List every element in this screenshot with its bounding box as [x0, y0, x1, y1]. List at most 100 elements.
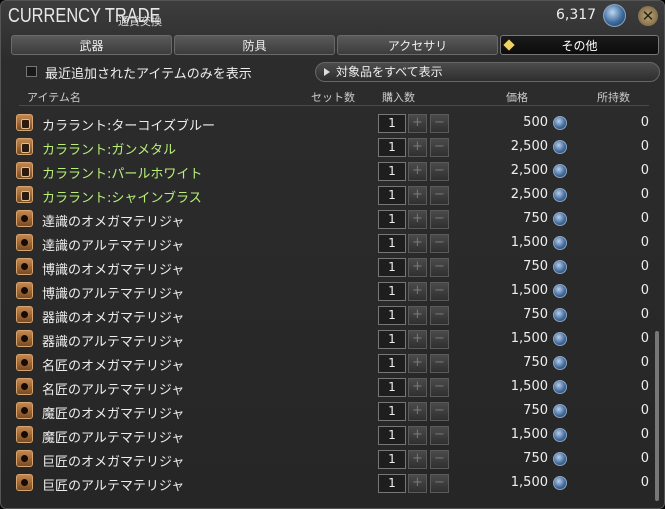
quantity-plus-button[interactable]: +	[408, 378, 427, 397]
currency-coin-icon	[553, 116, 567, 130]
show-all-button[interactable]: 対象品をすべて表示	[315, 62, 660, 82]
title-bar[interactable]: CURRENCY TRADE 通貨交換 6,317 ✕	[1, 1, 664, 33]
quantity-plus-button[interactable]: +	[408, 282, 427, 301]
quantity-minus-button[interactable]: −	[430, 354, 449, 373]
quantity-plus-button[interactable]: +	[408, 306, 427, 325]
item-price: 1,500	[510, 427, 548, 442]
quantity-minus-button[interactable]: −	[430, 258, 449, 277]
quantity-input[interactable]: 1	[378, 282, 406, 301]
tab-other[interactable]: その他	[500, 35, 659, 55]
quantity-input[interactable]: 1	[378, 474, 406, 493]
quantity-minus-button[interactable]: −	[430, 330, 449, 349]
quantity-plus-button[interactable]: +	[408, 402, 427, 421]
quantity-plus-button[interactable]: +	[408, 162, 427, 181]
quantity-input[interactable]: 1	[378, 234, 406, 253]
quantity-minus-button[interactable]: −	[430, 282, 449, 301]
quantity-input[interactable]: 1	[378, 402, 406, 421]
item-name: 博識のオメガマテリジャ	[42, 263, 185, 278]
quantity-input[interactable]: 1	[378, 330, 406, 349]
quantity-plus-button[interactable]: +	[408, 354, 427, 373]
quantity-minus-button[interactable]: −	[430, 114, 449, 133]
quantity-input[interactable]: 1	[378, 378, 406, 397]
quantity-input[interactable]: 1	[378, 450, 406, 469]
item-name: カララント:パールホワイト	[42, 167, 203, 182]
column-header-owned[interactable]: 所持数	[597, 89, 630, 105]
currency-coin-icon	[553, 452, 567, 466]
tab-weapons[interactable]: 武器	[11, 35, 172, 55]
table-row[interactable]: 博識のアルテマテリジャ 1 + − 1,500 0	[1, 279, 664, 303]
quantity-minus-button[interactable]: −	[430, 234, 449, 253]
item-price: 750	[523, 259, 548, 274]
table-row[interactable]: カララント:ターコイズブルー 1 + − 500 0	[1, 111, 664, 135]
table-row[interactable]: カララント:ガンメタル 1 + − 2,500 0	[1, 135, 664, 159]
owned-count: 0	[640, 163, 649, 178]
quantity-minus-button[interactable]: −	[430, 186, 449, 205]
owned-count: 0	[640, 379, 649, 394]
owned-count: 0	[640, 139, 649, 154]
quantity-plus-button[interactable]: +	[408, 258, 427, 277]
item-price: 750	[523, 211, 548, 226]
quantity-minus-button[interactable]: −	[430, 162, 449, 181]
quantity-minus-button[interactable]: −	[430, 306, 449, 325]
quantity-input[interactable]: 1	[378, 162, 406, 181]
table-row[interactable]: 器識のアルテマテリジャ 1 + − 1,500 0	[1, 327, 664, 351]
currency-coin-icon	[553, 212, 567, 226]
column-header-purchase-count[interactable]: 購入数	[382, 89, 415, 105]
quantity-plus-button[interactable]: +	[408, 234, 427, 253]
category-tabs: 武器 防具 アクセサリ その他	[11, 35, 659, 55]
table-row[interactable]: 器識のオメガマテリジャ 1 + − 750 0	[1, 303, 664, 327]
table-row[interactable]: 巨匠のオメガマテリジャ 1 + − 750 0	[1, 447, 664, 471]
quantity-input[interactable]: 1	[378, 306, 406, 325]
item-name: カララント:ガンメタル	[42, 143, 176, 158]
quantity-minus-button[interactable]: −	[430, 426, 449, 445]
tab-accessories[interactable]: アクセサリ	[337, 35, 498, 55]
quantity-input[interactable]: 1	[378, 114, 406, 133]
quantity-input[interactable]: 1	[378, 426, 406, 445]
quantity-plus-button[interactable]: +	[408, 426, 427, 445]
quantity-input[interactable]: 1	[378, 258, 406, 277]
quantity-plus-button[interactable]: +	[408, 210, 427, 229]
table-row[interactable]: 博識のオメガマテリジャ 1 + − 750 0	[1, 255, 664, 279]
quantity-minus-button[interactable]: −	[430, 378, 449, 397]
quantity-plus-button[interactable]: +	[408, 138, 427, 157]
quantity-minus-button[interactable]: −	[430, 474, 449, 493]
item-price: 1,500	[510, 283, 548, 298]
column-header-price[interactable]: 価格	[506, 89, 528, 105]
quantity-input[interactable]: 1	[378, 210, 406, 229]
tab-armor[interactable]: 防具	[174, 35, 335, 55]
item-price: 2,500	[510, 187, 548, 202]
table-row[interactable]: 魔匠のアルテマテリジャ 1 + − 1,500 0	[1, 423, 664, 447]
quantity-input[interactable]: 1	[378, 354, 406, 373]
quantity-plus-button[interactable]: +	[408, 330, 427, 349]
quantity-minus-button[interactable]: −	[430, 138, 449, 157]
column-header-item-name[interactable]: アイテム名	[27, 89, 81, 105]
column-header-set-count[interactable]: セット数	[311, 89, 355, 105]
quantity-input[interactable]: 1	[378, 138, 406, 157]
close-icon[interactable]: ✕	[638, 6, 658, 26]
recent-only-label[interactable]: 最近追加されたアイテムのみを表示	[45, 63, 252, 82]
table-row[interactable]: 巨匠のアルテマテリジャ 1 + − 1,500 0	[1, 471, 664, 495]
table-row[interactable]: カララント:パールホワイト 1 + − 2,500 0	[1, 159, 664, 183]
item-price: 2,500	[510, 139, 548, 154]
scrollbar[interactable]	[655, 331, 659, 501]
owned-count: 0	[640, 235, 649, 250]
recent-only-checkbox[interactable]	[26, 66, 37, 77]
filter-row: 最近追加されたアイテムのみを表示 対象品をすべて表示	[1, 61, 664, 83]
owned-count: 0	[640, 355, 649, 370]
table-row[interactable]: カララント:シャインブラス 1 + − 2,500 0	[1, 183, 664, 207]
table-row[interactable]: 達識のオメガマテリジャ 1 + − 750 0	[1, 207, 664, 231]
table-row[interactable]: 名匠のアルテマテリジャ 1 + − 1,500 0	[1, 375, 664, 399]
table-row[interactable]: 達識のアルテマテリジャ 1 + − 1,500 0	[1, 231, 664, 255]
quantity-input[interactable]: 1	[378, 186, 406, 205]
currency-coin-icon	[553, 260, 567, 274]
table-row[interactable]: 魔匠のオメガマテリジャ 1 + − 750 0	[1, 399, 664, 423]
table-row[interactable]: 名匠のオメガマテリジャ 1 + − 750 0	[1, 351, 664, 375]
quantity-plus-button[interactable]: +	[408, 186, 427, 205]
quantity-plus-button[interactable]: +	[408, 114, 427, 133]
quantity-minus-button[interactable]: −	[430, 402, 449, 421]
quantity-plus-button[interactable]: +	[408, 450, 427, 469]
quantity-minus-button[interactable]: −	[430, 210, 449, 229]
quantity-plus-button[interactable]: +	[408, 474, 427, 493]
quantity-minus-button[interactable]: −	[430, 450, 449, 469]
materia-icon	[16, 426, 33, 443]
